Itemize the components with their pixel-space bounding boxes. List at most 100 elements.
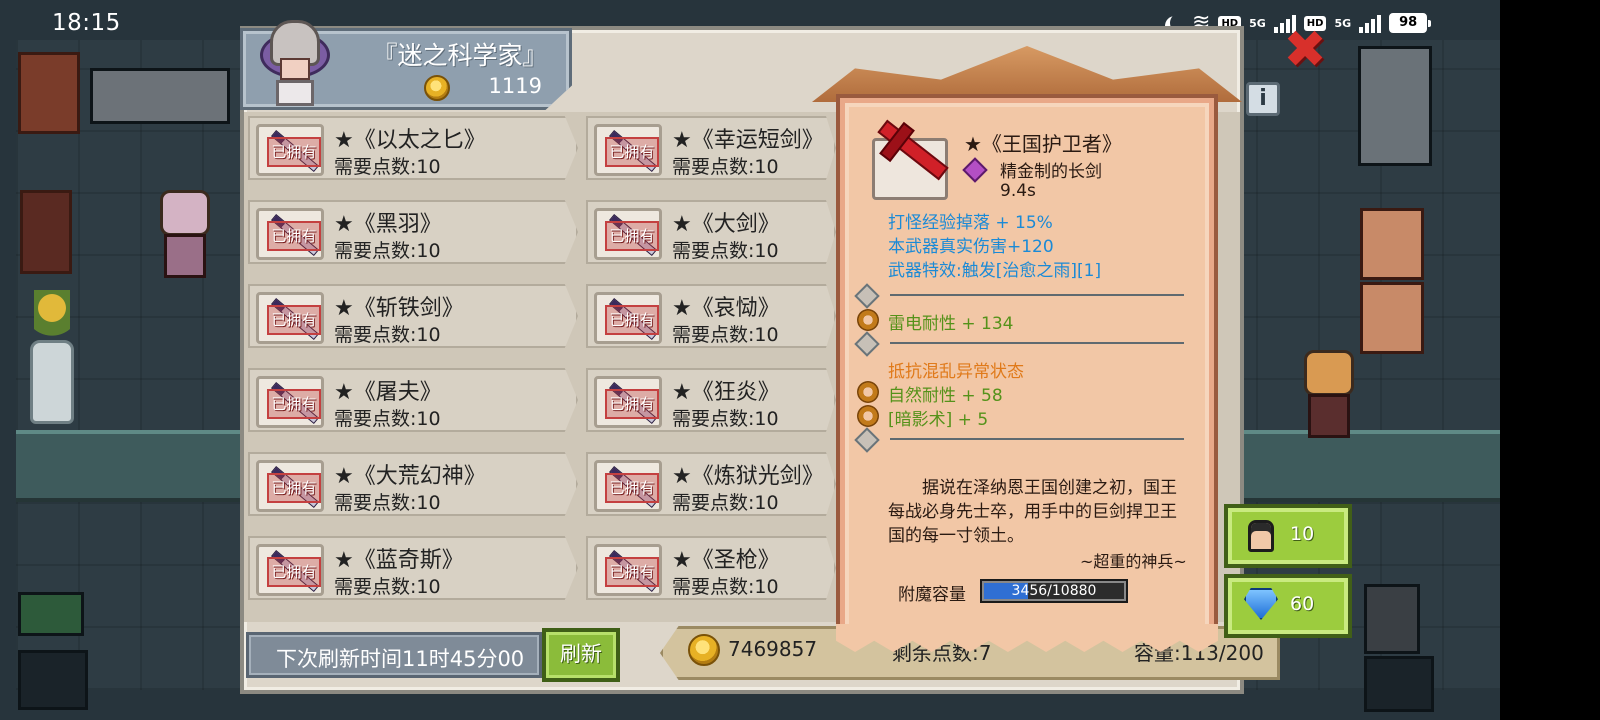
owned-stamp: 已拥有 bbox=[267, 473, 321, 503]
crate-decoration bbox=[1360, 208, 1424, 280]
item-icon-frame: 已拥有 bbox=[594, 544, 662, 596]
shop-item-card[interactable]: 已拥有 ★《黑羽》需要点数:10 bbox=[248, 200, 578, 264]
vase-decoration bbox=[30, 340, 74, 424]
owned-stamp: 已拥有 bbox=[267, 137, 321, 167]
crate-decoration-2 bbox=[1360, 282, 1424, 354]
item-name: ★《以太之匕》 bbox=[334, 128, 486, 153]
item-cost: 需要点数:10 bbox=[334, 576, 441, 598]
network-type-label: 5G bbox=[1249, 16, 1266, 30]
item-cost: 需要点数:10 bbox=[672, 408, 779, 430]
floor-grate-right bbox=[1364, 656, 1434, 712]
item-name: ★《炼狱光剑》 bbox=[672, 464, 824, 489]
shop-item-card[interactable]: 已拥有 ★《蓝奇斯》 需要点数:10 bbox=[248, 536, 578, 600]
stat-shadow-skill: [暗影术] + 5 bbox=[888, 410, 989, 430]
rune-icon bbox=[857, 309, 879, 331]
owned-stamp: 已拥有 bbox=[605, 137, 659, 167]
background-character-scientist bbox=[150, 190, 220, 280]
weapon-lore-signature: ~超重的神兵~ bbox=[1080, 552, 1187, 571]
shop-item-card[interactable]: 已拥有 ★《圣枪》需要点数:10 bbox=[586, 536, 836, 600]
shop-item-card[interactable]: 已拥有 ★《斩铁剑》 需要点数:10 bbox=[248, 284, 578, 348]
owned-stamp: 已拥有 bbox=[267, 305, 321, 335]
owned-stamp: 已拥有 bbox=[605, 221, 659, 251]
item-name: ★《蓝奇斯》 bbox=[334, 548, 464, 573]
item-icon-frame: 已拥有 bbox=[594, 460, 662, 512]
item-cost: 需要点数:10 bbox=[672, 324, 779, 346]
shop-item-card[interactable]: 已拥有 ★《大剑》需要点数:10 bbox=[586, 200, 836, 264]
item-cost: 需要点数:10 bbox=[672, 156, 779, 178]
item-cost: 需要点数:10 bbox=[334, 324, 441, 346]
stat-nature-resist: 自然耐性 + 58 bbox=[888, 386, 1003, 406]
item-icon-frame: 已拥有 bbox=[594, 208, 662, 260]
merchant-name: 『迷之科学家』 bbox=[372, 41, 548, 70]
stat-confusion-resist: 抵抗混乱异常状态 bbox=[888, 362, 1024, 382]
gold-coin-icon bbox=[424, 75, 450, 101]
item-cost: 需要点数:10 bbox=[334, 492, 441, 514]
weapon-speed: 9.4s bbox=[1000, 181, 1036, 201]
item-name: ★《黑羽》 bbox=[334, 212, 442, 237]
machine-decoration bbox=[1358, 46, 1432, 166]
shop-item-card[interactable]: 已拥有 ★《哀恸》需要点数:10 bbox=[586, 284, 836, 348]
red-greatsword-icon bbox=[870, 116, 949, 190]
tooltip-divider bbox=[890, 342, 1184, 344]
stat-weapon-effect: 武器特效:触发[治愈之雨][1] bbox=[888, 261, 1102, 281]
rune-icon bbox=[857, 405, 879, 427]
merchant-avatar bbox=[258, 18, 332, 108]
character-count-button[interactable] bbox=[1224, 504, 1352, 568]
item-cost: 需要点数:10 bbox=[672, 240, 779, 262]
chair-decoration bbox=[20, 190, 72, 274]
item-icon-frame: 已拥有 bbox=[256, 376, 324, 428]
battery-icon: 98 bbox=[1389, 13, 1432, 33]
item-name: ★《狂炎》 bbox=[672, 380, 780, 405]
item-icon-frame: 已拥有 bbox=[256, 460, 324, 512]
shop-item-card[interactable]: 已拥有 ★《屠夫》 需要点数:10 bbox=[248, 368, 578, 432]
weapon-type: 精金制的长剑 bbox=[1000, 162, 1102, 182]
item-icon-frame: 已拥有 bbox=[256, 124, 324, 176]
item-name: ★《斩铁剑》 bbox=[334, 296, 464, 321]
gold-coin-icon bbox=[688, 634, 720, 666]
close-button[interactable]: ✖ bbox=[1282, 24, 1328, 76]
info-button[interactable]: i bbox=[1246, 82, 1280, 116]
gem-count: 60 bbox=[1290, 593, 1315, 615]
item-name: ★《圣枪》 bbox=[672, 548, 780, 573]
owned-stamp: 已拥有 bbox=[605, 389, 659, 419]
item-icon-frame: 已拥有 bbox=[256, 208, 324, 260]
shop-item-card[interactable]: 已拥有 ★《狂炎》需要点数:10 bbox=[586, 368, 836, 432]
item-name: ★《大剑》 bbox=[672, 212, 780, 237]
shop-item-card[interactable]: 已拥有 ★《以太之匕》 需要点数:10 bbox=[248, 116, 578, 180]
shop-item-card[interactable]: 已拥有 ★《炼狱光剑》 需要点数:10 bbox=[586, 452, 836, 516]
gem-count-button[interactable] bbox=[1224, 574, 1352, 638]
floor-grate-left bbox=[18, 650, 88, 710]
item-name: ★《屠夫》 bbox=[334, 380, 442, 405]
refresh-timer-text: 下次刷新时间11时45分00 bbox=[276, 647, 525, 671]
item-name: ★《哀恸》 bbox=[672, 296, 780, 321]
item-icon-frame: 已拥有 bbox=[594, 292, 662, 344]
rune-icon bbox=[857, 381, 879, 403]
item-icon-frame: 已拥有 bbox=[256, 292, 324, 344]
stat-exp-drop: 打怪经验掉落 + 15% bbox=[888, 213, 1053, 233]
total-gold: 7469857 bbox=[728, 637, 818, 661]
item-cost: 需要点数:10 bbox=[672, 576, 779, 598]
item-name: ★《大荒幻神》 bbox=[334, 464, 486, 489]
owned-stamp: 已拥有 bbox=[605, 557, 659, 587]
enchant-capacity-value: 3456/10880 bbox=[1011, 583, 1097, 599]
robot-decoration bbox=[1364, 584, 1420, 654]
merchant-gold: 1119 bbox=[488, 74, 542, 98]
item-icon-frame: 已拥有 bbox=[594, 124, 662, 176]
shop-item-card[interactable]: 已拥有 ★《幸运短剑》 需要点数:10 bbox=[586, 116, 836, 180]
item-cost: 需要点数:10 bbox=[334, 240, 441, 262]
owned-stamp: 已拥有 bbox=[605, 473, 659, 503]
refresh-button[interactable]: 刷新 bbox=[542, 628, 620, 682]
cabinet-decoration bbox=[18, 52, 80, 134]
owned-stamp: 已拥有 bbox=[267, 557, 321, 587]
item-cost: 需要点数:10 bbox=[672, 492, 779, 514]
signal-icon-2 bbox=[1359, 13, 1382, 33]
status-clock: 18:15 bbox=[52, 10, 121, 36]
tooltip-divider bbox=[890, 438, 1184, 440]
weapon-lore: 据说在泽纳恩王国创建之初，国王每战必身先士卒，用手中的巨剑捍卫王国的每一寸领土。 bbox=[888, 478, 1177, 546]
network-type-label-2: 5G bbox=[1334, 16, 1352, 30]
screen-edge bbox=[1500, 0, 1600, 720]
item-icon-frame: 已拥有 bbox=[256, 544, 324, 596]
stat-true-damage: 本武器真实伤害+120 bbox=[888, 237, 1054, 257]
shop-item-card[interactable]: 已拥有 ★《大荒幻神》 需要点数:10 bbox=[248, 452, 578, 516]
item-name: ★《幸运短剑》 bbox=[672, 128, 824, 153]
